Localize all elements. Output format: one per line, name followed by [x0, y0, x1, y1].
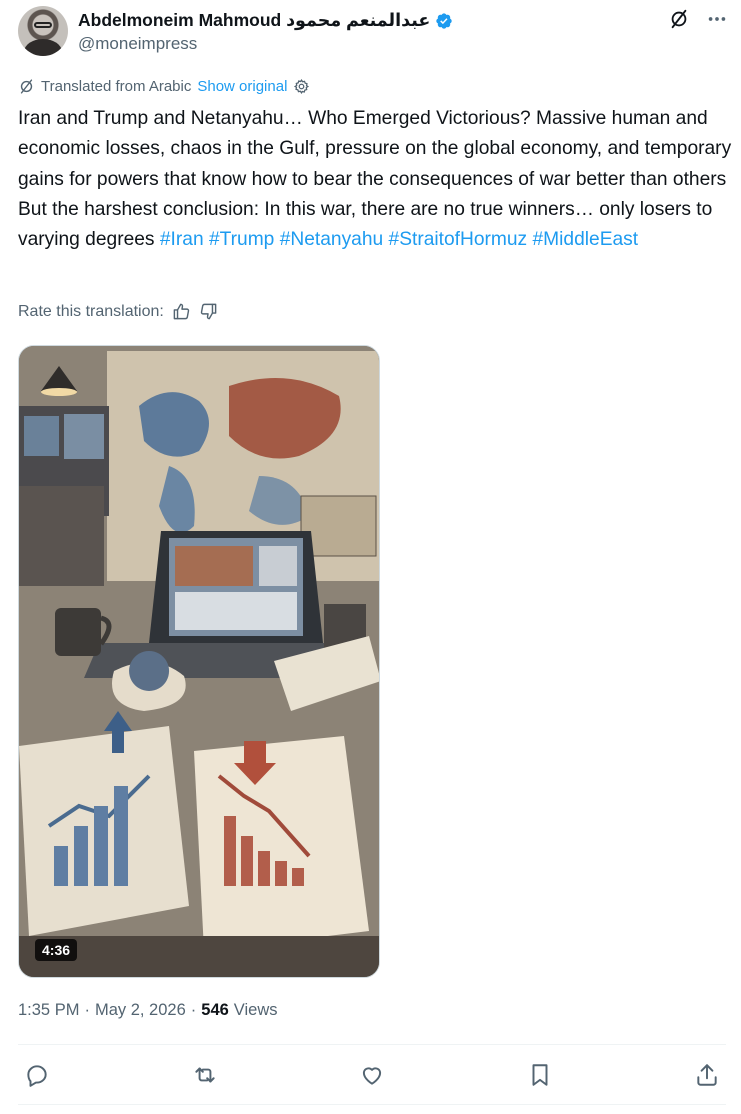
reply-icon[interactable]	[24, 1062, 50, 1088]
author-name[interactable]: Abdelmoneim Mahmoud عبدالمنعم محمود	[78, 10, 430, 31]
grok-icon	[20, 79, 33, 94]
hashtag-netanyahu[interactable]: #Netanyahu	[280, 229, 383, 250]
top-actions	[668, 8, 728, 30]
tweet-header: Abdelmoneim Mahmoud عبدالمنعم محمود @mon…	[18, 6, 728, 60]
share-icon[interactable]	[694, 1062, 720, 1088]
hashtag-straitofhormuz[interactable]: #StraitofHormuz	[389, 229, 528, 250]
video-thumbnail[interactable]: 4:36	[18, 345, 380, 978]
video-illustration	[19, 346, 379, 977]
action-bar	[18, 1050, 726, 1100]
gear-icon[interactable]	[293, 78, 310, 95]
author-handle[interactable]: @moneimpress	[78, 34, 197, 54]
video-duration: 4:36	[35, 939, 78, 961]
meta-separator: ·	[190, 1001, 197, 1019]
retweet-icon[interactable]	[192, 1062, 218, 1088]
thumbs-down-icon[interactable]	[199, 302, 218, 321]
bookmark-icon[interactable]	[527, 1062, 553, 1088]
verified-badge-icon	[436, 12, 452, 29]
avatar[interactable]	[18, 6, 68, 56]
rate-label: Rate this translation:	[18, 302, 164, 320]
tweet-text: Iran and Trump and Netanyahu… Who Emerge…	[18, 104, 733, 255]
meta-separator: ·	[84, 1001, 90, 1019]
show-original-link[interactable]: Show original	[197, 78, 287, 95]
thumbs-up-icon[interactable]	[172, 302, 191, 321]
more-icon[interactable]	[706, 8, 728, 30]
tweet-date[interactable]: May 2, 2026	[95, 1001, 186, 1020]
views-count: 546	[201, 1001, 229, 1019]
like-icon[interactable]	[359, 1062, 385, 1088]
hashtag-middleeast[interactable]: #MiddleEast	[533, 229, 639, 250]
grok-icon[interactable]	[668, 8, 690, 30]
hashtag-iran[interactable]: #Iran	[160, 229, 204, 250]
tweet-time[interactable]: 1:35 PM	[18, 1001, 79, 1020]
hashtag-trump[interactable]: #Trump	[209, 229, 274, 250]
tweet-meta: 1:35 PM · May 2, 2026 · 546 Views	[18, 1001, 278, 1020]
rate-translation: Rate this translation:	[18, 302, 218, 321]
divider	[18, 1044, 726, 1045]
views-label: Views	[233, 1001, 278, 1019]
author-name-row: Abdelmoneim Mahmoud عبدالمنعم محمود	[78, 10, 453, 31]
translated-label: Translated from Arabic	[41, 78, 192, 95]
divider	[18, 1104, 726, 1105]
translation-info: Translated from Arabic Show original	[18, 78, 310, 95]
